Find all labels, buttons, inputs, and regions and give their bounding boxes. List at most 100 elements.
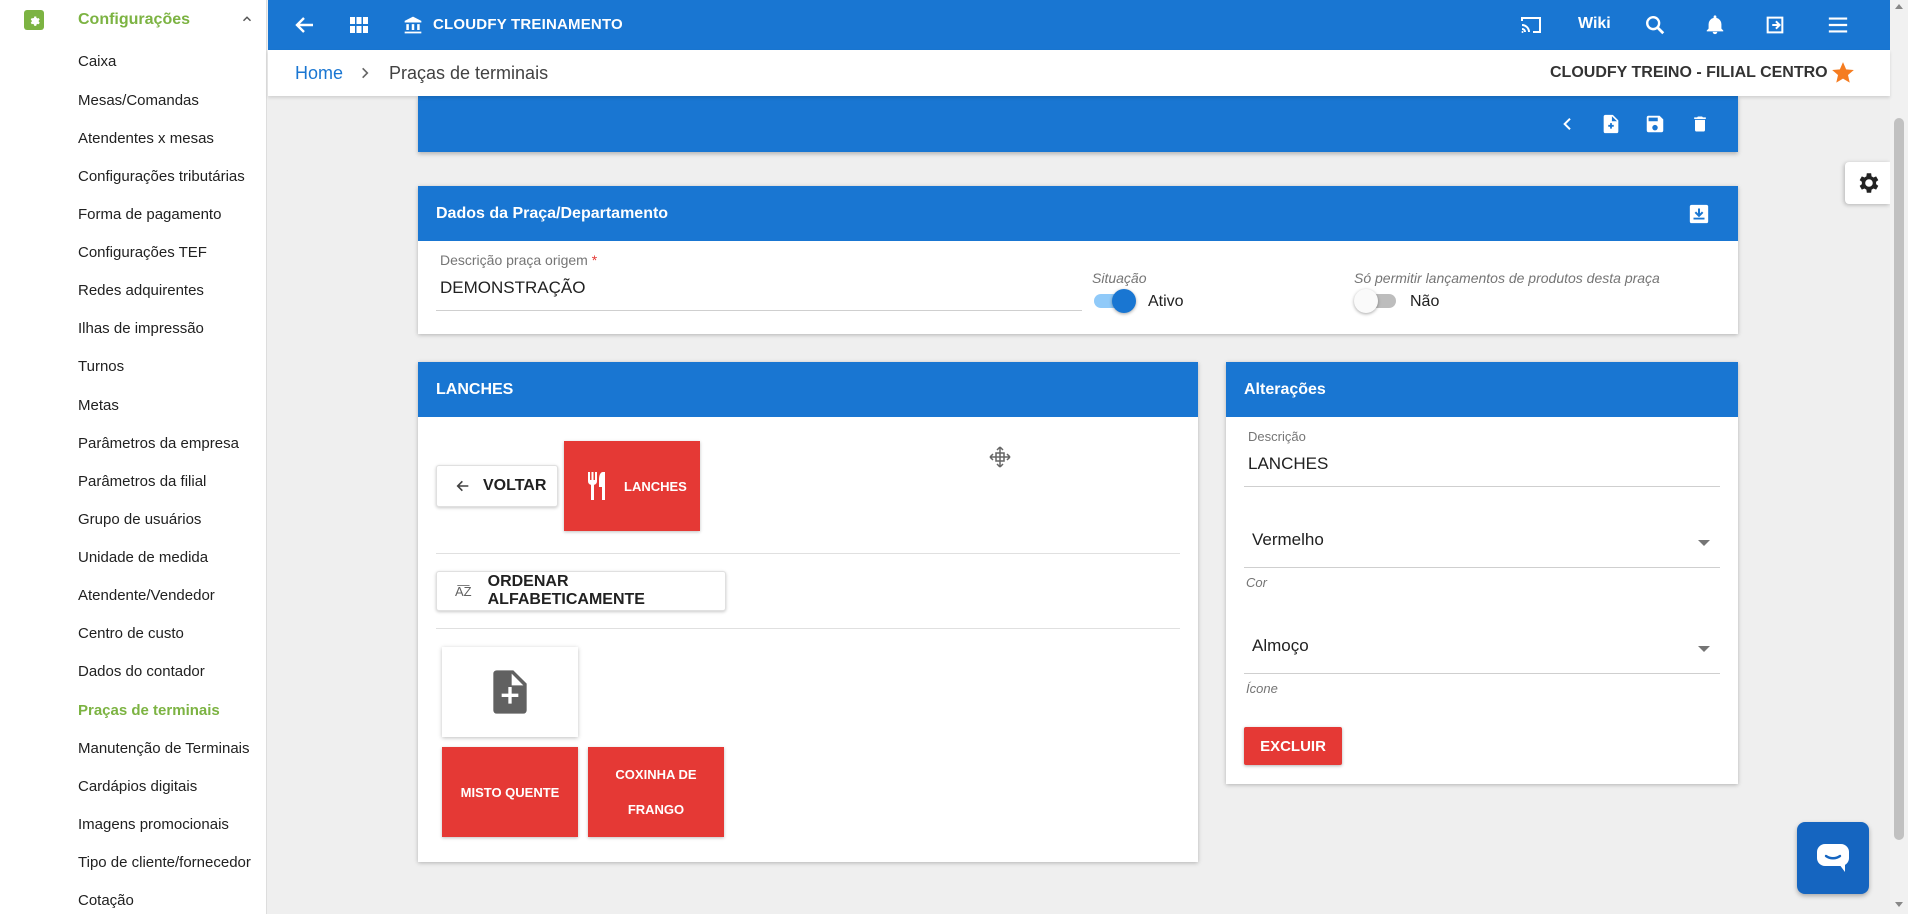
chevron-left-icon[interactable] [1556, 112, 1580, 136]
situacao-label: Situação [1092, 270, 1147, 286]
add-product-tile[interactable] [442, 647, 578, 737]
category-tile-label: LANCHES [624, 478, 687, 494]
fork-knife-icon [586, 470, 610, 502]
cast-icon[interactable] [1519, 13, 1543, 37]
ordenar-button[interactable]: A͞Z ORDENAR ALFABETICAMENTE [436, 571, 726, 611]
sidebar-item[interactable]: Atendente/Vendedor [78, 587, 215, 604]
excluir-button[interactable]: EXCLUIR [1244, 727, 1342, 765]
sidebar-item[interactable]: Mesas/Comandas [78, 92, 199, 109]
collapse-download-icon[interactable] [1688, 203, 1710, 230]
product-tile[interactable]: COXINHA DE FRANGO [588, 747, 724, 837]
chat-button[interactable] [1797, 822, 1869, 894]
settings-gear-tab[interactable] [1845, 162, 1890, 204]
permitir-toggle-knob [1354, 289, 1378, 313]
situacao-toggle[interactable] [1092, 288, 1136, 313]
chevron-right-icon [358, 65, 372, 86]
scrollbar-thumb[interactable] [1894, 118, 1904, 840]
permitir-label: Só permitir lançamentos de produtos dest… [1354, 270, 1660, 286]
menu-icon[interactable] [1826, 13, 1850, 37]
dados-card-title: Dados da Praça/Departamento [436, 205, 669, 222]
descricao-origem-label: Descrição praça origem * [440, 252, 598, 268]
chevron-up-icon[interactable] [240, 12, 254, 31]
arrow-left-icon [455, 478, 471, 494]
sidebar-item[interactable]: Atendentes x mesas [78, 130, 214, 147]
cor-select-value: Vermelho [1252, 530, 1324, 549]
alteracoes-card-title: Alterações [1244, 381, 1326, 398]
form-toolbar [418, 96, 1738, 152]
sidebar-item[interactable]: Parâmetros da filial [78, 473, 206, 490]
gear-icon [1855, 170, 1881, 196]
sidebar-item[interactable]: Forma de pagamento [78, 206, 221, 223]
breadcrumb-current: Praças de terminais [389, 63, 549, 83]
descricao-origem-input[interactable]: DEMONSTRAÇÃO [440, 278, 585, 298]
save-icon[interactable] [1643, 112, 1667, 136]
situacao-value: Ativo [1148, 293, 1184, 310]
search-icon[interactable] [1643, 13, 1667, 37]
voltar-button[interactable]: VOLTAR [436, 465, 558, 507]
descricao-origem-underline [436, 310, 1082, 311]
lanches-card: LANCHES VOLTAR LANCHES A͞Z ORDENAR ALFAB… [418, 362, 1198, 862]
cor-select[interactable]: Vermelho [1244, 512, 1720, 568]
page-scrollbar[interactable] [1890, 0, 1908, 914]
move-drag-icon[interactable] [988, 445, 1012, 474]
bell-icon[interactable] [1703, 13, 1727, 37]
product-tile[interactable]: MISTO QUENTE [442, 747, 578, 837]
sidebar-item[interactable]: Configurações tributárias [78, 168, 245, 185]
exit-icon[interactable] [1763, 13, 1787, 37]
cor-underline [1244, 567, 1720, 568]
sidebar-item[interactable]: Ilhas de impressão [78, 320, 204, 337]
settings-section-icon [24, 10, 44, 30]
lanches-card-header: LANCHES [418, 362, 1198, 417]
bank-icon [401, 13, 425, 37]
icone-select[interactable]: Almoço [1244, 618, 1720, 674]
delete-icon[interactable] [1688, 112, 1712, 136]
sidebar-item[interactable]: Redes adquirentes [78, 282, 204, 299]
sidebar-item[interactable]: Centro de custo [78, 625, 184, 642]
breadcrumb-home-link[interactable]: Home [295, 63, 343, 84]
sort-az-icon: A͞Z [455, 583, 472, 599]
breadcrumb: Home Praças de terminais CLOUDFY TREINO … [268, 50, 1890, 96]
sidebar-item[interactable]: Unidade de medida [78, 549, 208, 566]
scroll-up-arrow-icon[interactable] [1895, 4, 1903, 9]
sidebar-section-header[interactable]: Configurações [0, 0, 266, 40]
alteracoes-card: Alterações Descrição LANCHES Vermelho Co… [1226, 362, 1738, 784]
sidebar-item[interactable]: Cardápios digitais [78, 778, 197, 795]
wiki-link[interactable]: Wiki [1578, 15, 1611, 33]
alteracoes-card-header: Alterações [1226, 362, 1738, 417]
sidebar-item[interactable]: Metas [78, 397, 119, 414]
sidebar-item[interactable]: Turnos [78, 358, 124, 375]
sidebar-item[interactable]: Dados do contador [78, 663, 205, 680]
apps-grid-icon[interactable] [347, 13, 371, 37]
sidebar-item[interactable]: Cotação [78, 892, 134, 909]
sidebar-item[interactable]: Caixa [78, 53, 116, 70]
permitir-toggle[interactable] [1354, 288, 1398, 313]
descricao-input[interactable]: LANCHES [1248, 454, 1328, 474]
sidebar-item[interactable]: Praças de terminais [78, 702, 220, 719]
dropdown-caret-icon [1698, 646, 1710, 652]
sidebar-item[interactable]: Grupo de usuários [78, 511, 201, 528]
top-bar: CLOUDFY TREINAMENTO Wiki [268, 0, 1890, 50]
section-divider [436, 553, 1180, 554]
icone-label: Ícone [1246, 681, 1278, 696]
branch-name: CLOUDFY TREINO - FILIAL CENTRO [1550, 64, 1828, 81]
app-title: CLOUDFY TREINAMENTO [433, 16, 623, 33]
back-arrow-icon[interactable] [293, 13, 317, 37]
sidebar: Configurações Caixa Mesas/Comandas Atenden… [0, 0, 267, 914]
sidebar-item[interactable]: Imagens promocionais [78, 816, 229, 833]
sidebar-item[interactable]: Tipo de cliente/fornecedor [78, 854, 251, 871]
category-tile-lanches[interactable]: LANCHES [564, 441, 700, 531]
dados-card: Dados da Praça/Departamento Descrição pr… [418, 186, 1738, 334]
add-file-icon [490, 668, 530, 716]
scroll-down-arrow-icon[interactable] [1895, 902, 1903, 907]
ordenar-label: ORDENAR ALFABETICAMENTE [487, 573, 645, 608]
new-file-icon[interactable] [1599, 112, 1623, 136]
sidebar-section-label: Configurações [78, 11, 191, 28]
sidebar-item[interactable]: Parâmetros da empresa [78, 435, 239, 452]
chat-bubble-icon [1815, 842, 1851, 874]
star-icon[interactable] [1830, 60, 1856, 91]
sidebar-item[interactable]: Configurações TEF [78, 244, 207, 261]
lanches-card-title: LANCHES [436, 381, 514, 398]
permitir-value: Não [1410, 293, 1440, 310]
cor-label: Cor [1246, 575, 1267, 590]
sidebar-item[interactable]: Manutenção de Terminais [78, 740, 250, 757]
